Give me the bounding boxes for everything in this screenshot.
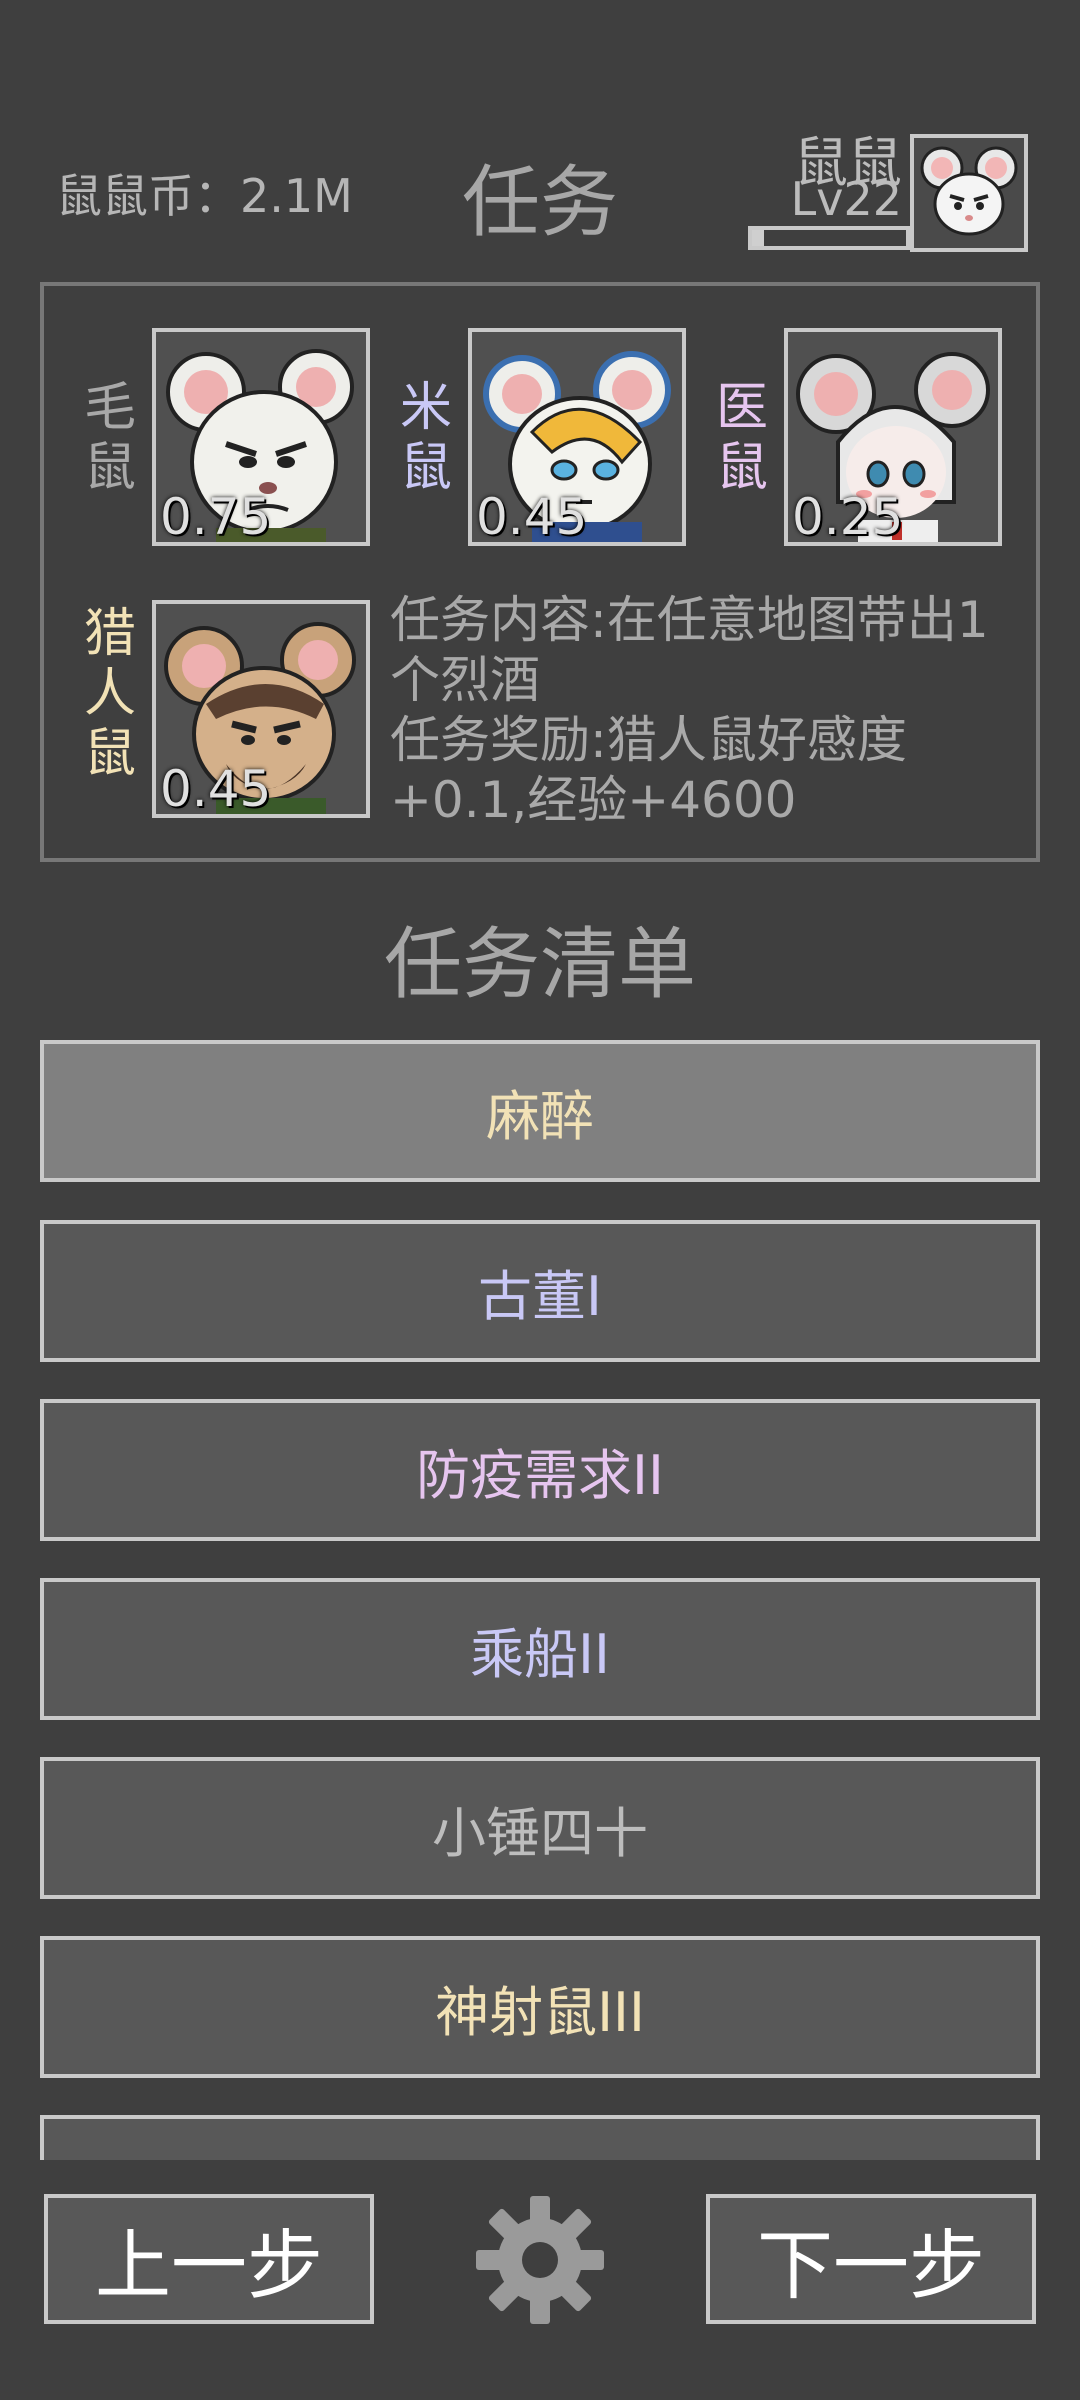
task-item[interactable] bbox=[40, 2115, 1040, 2160]
player-avatar[interactable] bbox=[910, 134, 1028, 252]
npc-portrait-hunter[interactable]: 0.45 bbox=[152, 600, 370, 818]
task-item[interactable]: 神射鼠III bbox=[40, 1936, 1040, 2078]
task-item[interactable]: 乘船II bbox=[40, 1578, 1040, 1720]
task-description: 任务内容:在任意地图带出1个烈酒 任务奖励:猎人鼠好感度+0.1,经验+4600 bbox=[390, 590, 1030, 830]
white-mouse-avatar-icon bbox=[920, 146, 1018, 236]
npc-portrait-mi[interactable]: 0.45 bbox=[468, 328, 686, 546]
task-content: 任务内容:在任意地图带出1个烈酒 bbox=[390, 591, 989, 709]
npc-name-mi: 米鼠 bbox=[399, 378, 452, 498]
npc-name-yi: 医鼠 bbox=[715, 378, 768, 498]
npc-name-mao: 毛鼠 bbox=[83, 378, 136, 498]
task-list[interactable]: 麻醉 古董I 防疫需求II 乘船II 小锤四十 神射鼠III bbox=[40, 1040, 1040, 2160]
next-step-button[interactable]: 下一步 bbox=[706, 2194, 1036, 2324]
npc-portrait-mao[interactable]: 0.75 bbox=[152, 328, 370, 546]
npc-name-hunter: 猎人鼠 bbox=[83, 604, 136, 784]
player-level: Lv22 bbox=[790, 172, 902, 226]
task-item[interactable]: 古董I bbox=[40, 1220, 1040, 1362]
npc-affinity-mao: 0.75 bbox=[160, 488, 272, 546]
task-item[interactable]: 小锤四十 bbox=[40, 1757, 1040, 1899]
npc-portrait-yi[interactable]: 0.25 bbox=[784, 328, 1002, 546]
settings-button[interactable] bbox=[474, 2194, 606, 2326]
previous-step-button[interactable]: 上一步 bbox=[44, 2194, 374, 2324]
task-item[interactable]: 麻醉 bbox=[40, 1040, 1040, 1182]
task-item[interactable]: 防疫需求II bbox=[40, 1399, 1040, 1541]
task-list-title: 任务清单 bbox=[383, 920, 696, 1010]
xp-progress-fill bbox=[752, 230, 765, 246]
xp-progress-bar bbox=[748, 226, 910, 250]
npc-affinity-hunter: 0.45 bbox=[160, 760, 272, 818]
npc-affinity-mi: 0.45 bbox=[476, 488, 588, 546]
task-reward: 任务奖励:猎人鼠好感度+0.1,经验+4600 bbox=[390, 711, 907, 829]
npc-affinity-yi: 0.25 bbox=[792, 488, 904, 546]
gear-icon bbox=[476, 2196, 604, 2324]
